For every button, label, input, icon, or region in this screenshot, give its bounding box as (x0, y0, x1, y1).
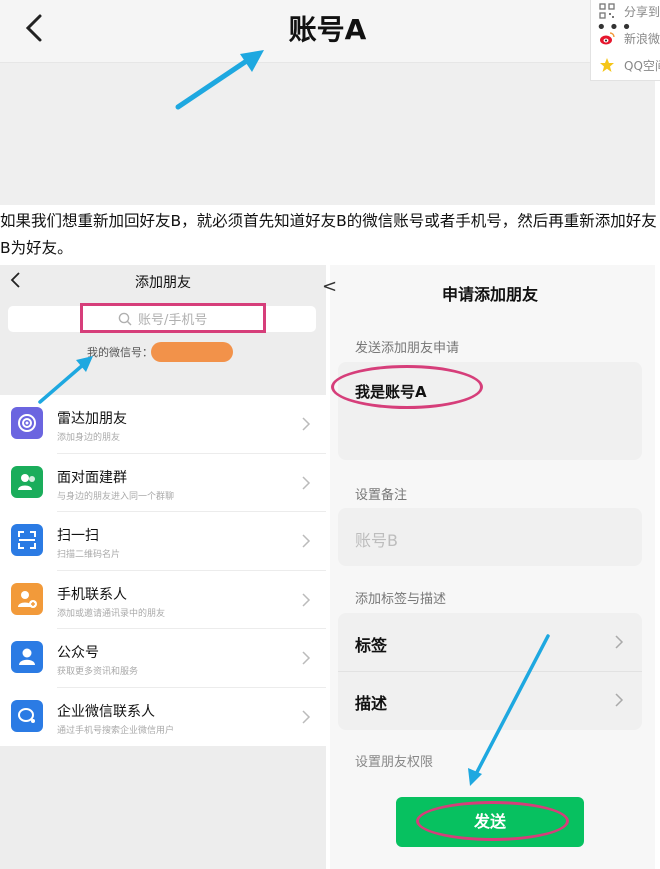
share-item[interactable]: QQ空间 (591, 54, 660, 78)
send-request-label: 发送添加朋友申请 (355, 341, 460, 356)
qzone-star-icon (600, 58, 614, 72)
menu-item-phone-contacts[interactable]: 手机联系人 添加或邀请通讯录中的朋友 (0, 571, 326, 629)
account-a-title: 账号A (288, 13, 367, 46)
menu-item-title: 面对面建群 (57, 469, 127, 486)
chevron-right-icon (302, 534, 311, 548)
tags-row[interactable]: 标签 (355, 632, 387, 656)
add-friends-menu: 雷达加朋友 添加身边的朋友 面对面建群 与身边的朋友进入同一个群聊 扫一扫 扫描… (0, 395, 326, 746)
menu-item-work-wechat[interactable]: 企业微信联系人 通过手机号搜索企业微信用户 (0, 688, 326, 747)
message-highlight-ellipse (331, 365, 483, 409)
my-wechat-id-label: 我的微信号： (87, 346, 153, 359)
add-friends-title: 添加朋友 (135, 275, 191, 291)
chevron-right-icon (302, 651, 311, 665)
remark-value: 账号B (355, 531, 398, 550)
remark-label: 设置备注 (355, 488, 408, 503)
description-row[interactable]: 描述 (355, 690, 387, 714)
search-highlight-box (80, 303, 266, 333)
chevron-right-icon (302, 417, 311, 431)
more-dots-icon[interactable]: ••• (596, 17, 634, 38)
menu-item-scan[interactable]: 扫一扫 扫描二维码名片 (0, 512, 326, 571)
friend-request-title: 申请添加朋友 (441, 285, 538, 304)
tags-section-label: 添加标签与描述 (355, 592, 447, 607)
wechat-id-redacted (151, 342, 233, 362)
menu-item-official-accounts[interactable]: 公众号 获取更多资讯和服务 (0, 629, 326, 688)
menu-item-title: 雷达加朋友 (57, 411, 127, 427)
share-panel: 分享到 新浪微 QQ空间 (590, 0, 660, 81)
official-account-icon (11, 641, 43, 673)
scan-icon (11, 524, 43, 556)
group-icon (11, 465, 43, 498)
chevron-right-icon (615, 693, 624, 707)
chevron-right-icon (302, 592, 311, 607)
radar-icon (11, 407, 43, 439)
menu-item-subtitle: 添加身边的朋友 (57, 433, 121, 443)
contact-add-icon (11, 582, 43, 615)
divider (338, 671, 642, 672)
menu-item-title: 扫一扫 (57, 528, 99, 544)
menu-item-subtitle: 通过手机号搜索企业微信用户 (57, 725, 175, 736)
menu-item-face-to-face-group[interactable]: 面对面建群 与身边的朋友进入同一个群聊 (0, 454, 326, 512)
share-item-label: QQ空间 (624, 59, 660, 73)
menu-item-title: 企业微信联系人 (57, 703, 155, 720)
article-caption: 如果我们想重新加回好友B，就必须首先知道好友B的微信账号或者手机号，然后再重新添… (0, 212, 657, 257)
permission-label: 设置朋友权限 (355, 755, 434, 770)
chevron-right-icon (302, 475, 311, 490)
chevron-right-icon (302, 709, 311, 724)
work-wechat-icon (11, 699, 43, 732)
menu-item-subtitle: 与身边的朋友进入同一个群聊 (57, 491, 175, 502)
menu-item-subtitle: 扫描二维码名片 (57, 550, 121, 560)
menu-item-title: 公众号 (57, 645, 99, 661)
menu-item-radar[interactable]: 雷达加朋友 添加身边的朋友 (0, 395, 326, 454)
chevron-right-icon (615, 635, 624, 649)
menu-item-subtitle: 添加或邀请通讯录中的朋友 (57, 608, 166, 619)
menu-item-subtitle: 获取更多资讯和服务 (57, 667, 139, 677)
menu-item-title: 手机联系人 (57, 586, 127, 603)
send-highlight-ellipse (416, 801, 569, 841)
